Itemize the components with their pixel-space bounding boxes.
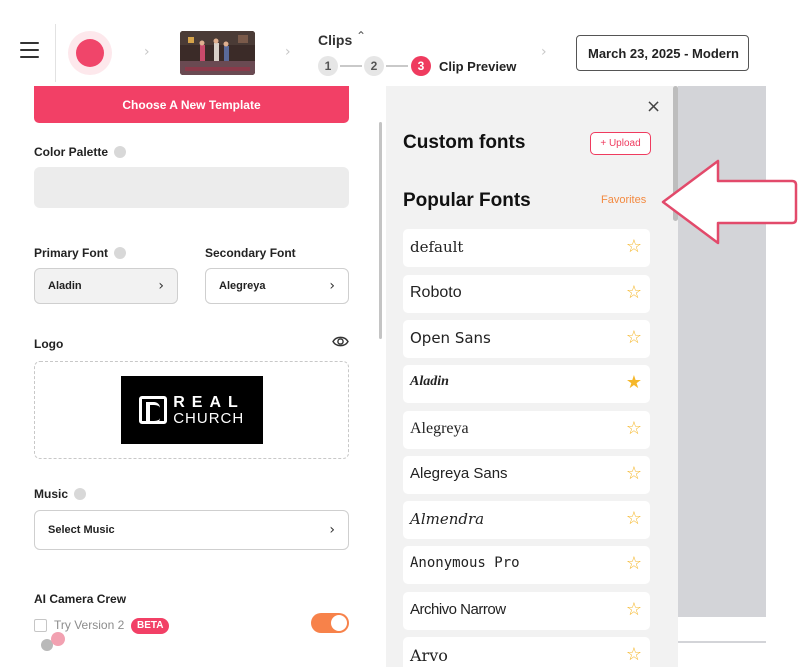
logo-dropzone[interactable]: REAL CHURCH [34, 361, 349, 459]
primary-font-select[interactable]: Aladin › [34, 268, 178, 304]
primary-font-value: Aladin [48, 280, 82, 292]
popular-fonts-heading: Popular Fonts [403, 190, 531, 211]
font-item-default[interactable]: default ☆ [403, 229, 650, 267]
step-2[interactable]: 2 [364, 56, 384, 76]
star-icon[interactable]: ☆ [626, 237, 642, 257]
music-label: Music [34, 487, 87, 501]
upload-font-button[interactable]: + Upload [590, 132, 651, 155]
font-item-label: Roboto [410, 284, 462, 301]
annotation-arrow-icon [661, 159, 798, 245]
try-version-label: Try Version 2 [54, 618, 125, 632]
star-icon[interactable]: ☆ [626, 600, 642, 620]
logo-wordmark: REAL CHURCH [173, 393, 245, 427]
step-3-label: Clip Preview [439, 59, 517, 74]
star-icon[interactable]: ☆ [626, 283, 642, 303]
close-icon[interactable]: × [646, 96, 661, 117]
font-item-label: default [410, 238, 464, 256]
font-item-label: Alegreya Sans [410, 465, 508, 482]
font-item-alegreya[interactable]: Alegreya ☆ [403, 411, 650, 449]
divider [55, 24, 56, 82]
font-picker-panel: × Custom fonts + Upload Popular Fonts Fa… [386, 86, 678, 667]
star-icon-filled[interactable]: ★ [626, 373, 642, 393]
cursor-indicator [51, 632, 65, 646]
font-item-archivo-narrow[interactable]: Archivo Narrow ☆ [403, 592, 650, 630]
chevron-right-icon: › [144, 44, 150, 60]
color-palette-text: Color Palette [34, 145, 109, 159]
project-title-field[interactable]: March 23, 2025 - Modern [576, 35, 749, 71]
logo-label: Logo [34, 337, 64, 351]
toggle-knob [331, 615, 347, 631]
secondary-font-value: Alegreya [219, 280, 266, 292]
divider [678, 641, 766, 643]
clips-dropdown-label[interactable]: Clips [318, 32, 352, 48]
primary-font-label: Primary Font [34, 246, 127, 260]
font-item-open-sans[interactable]: Open Sans ☆ [403, 320, 650, 358]
logo-text-line2: CHURCH [173, 409, 245, 427]
hamburger-icon[interactable] [20, 42, 39, 58]
font-item-label: Almendra [410, 510, 485, 528]
info-icon[interactable] [114, 146, 127, 158]
music-placeholder: Select Music [48, 524, 115, 536]
app-screen: › › Clips ⌃ 1 2 3 Clip Preview › March 2… [0, 0, 812, 667]
church-logo: REAL CHURCH [121, 376, 263, 444]
star-icon[interactable]: ☆ [626, 645, 642, 665]
record-button[interactable] [68, 31, 112, 75]
font-item-label: Open Sans [410, 329, 491, 347]
step-connector [386, 65, 408, 67]
info-icon[interactable] [114, 247, 127, 259]
star-icon[interactable]: ☆ [626, 464, 642, 484]
secondary-font-select[interactable]: Alegreya › [205, 268, 349, 304]
chevron-right-icon: › [158, 278, 164, 294]
logo-text-line1: REAL [173, 393, 245, 411]
sort-caret-icon[interactable]: ⌃ [356, 29, 366, 43]
beta-badge: BETA [131, 618, 170, 634]
music-select[interactable]: Select Music › [34, 510, 349, 550]
choose-template-button[interactable]: Choose A New Template [34, 86, 349, 123]
style-settings-panel: Choose A New Template Color Palette Prim… [0, 86, 386, 667]
try-version-checkbox[interactable] [34, 619, 47, 632]
scrollbar[interactable] [379, 122, 382, 339]
font-item-anonymous-pro[interactable]: Anonymous Pro ☆ [403, 546, 650, 584]
clip-thumbnail-image [180, 31, 255, 75]
ai-camera-crew-label: AI Camera Crew [34, 592, 127, 606]
star-icon[interactable]: ☆ [626, 554, 642, 574]
color-palette-picker[interactable] [34, 167, 349, 208]
step-1[interactable]: 1 [318, 56, 338, 76]
secondary-font-label: Secondary Font [205, 246, 296, 260]
color-palette-label: Color Palette [34, 145, 127, 159]
music-text: Music [34, 487, 69, 501]
info-icon[interactable] [74, 488, 87, 500]
chevron-right-icon: › [329, 278, 335, 294]
font-item-roboto[interactable]: Roboto ☆ [403, 275, 650, 313]
font-item-alegreya-sans[interactable]: Alegreya Sans ☆ [403, 456, 650, 494]
top-bar: › › Clips ⌃ 1 2 3 Clip Preview › March 2… [0, 0, 766, 86]
font-item-label: Aladin [410, 374, 449, 389]
ai-camera-toggle[interactable] [311, 613, 349, 633]
custom-fonts-heading: Custom fonts [403, 132, 526, 153]
favorites-link[interactable]: Favorites [601, 194, 646, 206]
star-icon[interactable]: ☆ [626, 509, 642, 529]
font-item-arvo[interactable]: Arvo ☆ [403, 637, 650, 667]
step-3[interactable]: 3 [411, 56, 431, 76]
star-icon[interactable]: ☆ [626, 419, 642, 439]
font-item-aladin[interactable]: Aladin ★ [403, 365, 650, 403]
font-item-label: Archivo Narrow [410, 601, 506, 618]
chevron-right-icon: › [285, 44, 291, 60]
record-icon [76, 39, 104, 67]
clip-thumbnail[interactable] [180, 31, 255, 75]
primary-font-text: Primary Font [34, 246, 109, 260]
chevron-right-icon: › [329, 522, 335, 538]
font-item-almendra[interactable]: Almendra ☆ [403, 501, 650, 539]
font-item-label: Alegreya [410, 420, 469, 437]
font-item-label: Anonymous Pro [410, 555, 520, 571]
eye-icon[interactable] [332, 335, 349, 348]
font-item-label: Arvo [410, 646, 448, 665]
star-icon[interactable]: ☆ [626, 328, 642, 348]
logo-mark [139, 396, 168, 424]
step-connector [340, 65, 362, 67]
chevron-right-icon: › [541, 44, 547, 60]
